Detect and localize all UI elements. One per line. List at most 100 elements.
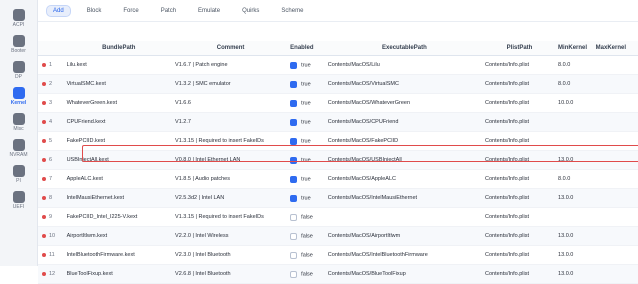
comment-cell[interactable]: V1.8.5 | Audio patches xyxy=(173,169,289,189)
bundle-path-cell[interactable]: WhateverGreen.kext xyxy=(64,93,174,113)
enabled-checkbox[interactable] xyxy=(290,270,298,278)
sidebar-item-acpi[interactable]: ACPI xyxy=(0,8,37,28)
executable-path-cell[interactable]: Contents/MacOS/CPUFriend xyxy=(325,112,483,132)
table-row[interactable]: 2 VirtualSMC.kext V1.3.2 | SMC emulator tru… xyxy=(38,74,638,94)
bundle-path-cell[interactable]: FakePCIID_Intel_I225-V.kext xyxy=(64,207,174,227)
table-row[interactable]: 5 FakePCIID.kext V1.3.15 | Required to ins… xyxy=(38,131,638,151)
plist-path-cell[interactable]: Contents/Info.plist xyxy=(482,207,557,227)
column-header[interactable]: ExecutablePath xyxy=(325,41,483,56)
min-kernel-cell[interactable]: 8.0.0 xyxy=(556,74,594,94)
table-row[interactable]: 7 AppleALC.kext V1.8.5 | Audio patches true… xyxy=(38,169,638,189)
plist-path-cell[interactable]: Contents/Info.plist xyxy=(482,55,557,75)
sidebar-item-uefi[interactable]: UEFI xyxy=(0,190,37,210)
enabled-checkbox[interactable] xyxy=(290,213,298,221)
max-kernel-cell[interactable] xyxy=(593,245,638,265)
min-kernel-cell[interactable]: 13.0.0 xyxy=(556,226,594,246)
enabled-checkbox[interactable] xyxy=(290,175,298,183)
table-row[interactable]: 6 USBInjectAll.kext V0.8.0 | Intel Etherne… xyxy=(38,150,638,170)
min-kernel-cell[interactable] xyxy=(556,112,594,132)
comment-cell[interactable]: V2.2.0 | Intel Wireless xyxy=(173,226,289,246)
tab-patch[interactable]: Patch xyxy=(155,6,182,16)
executable-path-cell[interactable]: Contents/MacOS/IntelBluetoothFirmware xyxy=(325,245,483,265)
bundle-path-cell[interactable]: Lilu.kext xyxy=(64,55,174,75)
bundle-path-cell[interactable]: VirtualSMC.kext xyxy=(64,74,174,94)
column-header[interactable]: MinKernel xyxy=(556,41,594,56)
executable-path-cell[interactable] xyxy=(325,207,483,227)
max-kernel-cell[interactable] xyxy=(593,188,638,208)
bundle-path-cell[interactable]: IntelBluetoothFirmware.kext xyxy=(64,245,174,265)
comment-cell[interactable]: V2.6.8 | Intel Bluetooth xyxy=(173,264,289,284)
min-kernel-cell[interactable]: 8.0.0 xyxy=(556,55,594,75)
plist-path-cell[interactable]: Contents/Info.plist xyxy=(482,245,557,265)
max-kernel-cell[interactable] xyxy=(593,150,638,170)
enabled-checkbox[interactable] xyxy=(290,156,298,164)
table-row[interactable]: 3 WhateverGreen.kext V1.6.6 true Contents/Ma… xyxy=(38,93,638,113)
executable-path-cell[interactable]: Contents/MacOS/WhateverGreen xyxy=(325,93,483,113)
max-kernel-cell[interactable] xyxy=(593,264,638,284)
min-kernel-cell[interactable]: 8.0.0 xyxy=(556,169,594,189)
table-row[interactable]: 4 CPUFriend.kext V1.2.7 true Contents/MacOS/… xyxy=(38,112,638,132)
plist-path-cell[interactable]: Contents/Info.plist xyxy=(482,264,557,284)
tab-force[interactable]: Force xyxy=(117,6,144,16)
comment-cell[interactable]: V2.5.3d2 | Intel LAN xyxy=(173,188,289,208)
executable-path-cell[interactable]: Contents/MacOS/AirportItlwm xyxy=(325,226,483,246)
comment-cell[interactable]: V1.3.15 | Required to insert FakeIDs xyxy=(173,207,289,227)
column-header[interactable]: Enabled xyxy=(288,41,326,56)
table-row[interactable]: 11 IntelBluetoothFirmware.kext V2.3.0 | In… xyxy=(38,245,638,265)
bundle-path-cell[interactable]: AirportItlwm.kext xyxy=(64,226,174,246)
plist-path-cell[interactable]: Contents/Info.plist xyxy=(482,74,557,94)
comment-cell[interactable]: V1.6.7 | Patch engine xyxy=(173,55,289,75)
table-row[interactable]: 9 FakePCIID_Intel_I225-V.kext V1.3.15 | Re… xyxy=(38,207,638,227)
plist-path-cell[interactable]: Contents/Info.plist xyxy=(482,131,557,151)
min-kernel-cell[interactable]: 13.0.0 xyxy=(556,245,594,265)
min-kernel-cell[interactable]: 13.0.0 xyxy=(556,264,594,284)
comment-cell[interactable]: V1.3.15 | Required to insert FakeIDs xyxy=(173,131,289,151)
comment-cell[interactable]: V1.6.6 xyxy=(173,93,289,113)
enabled-checkbox[interactable] xyxy=(290,80,298,88)
executable-path-cell[interactable]: Contents/MacOS/VirtualSMC xyxy=(325,74,483,94)
plist-path-cell[interactable]: Contents/Info.plist xyxy=(482,150,557,170)
executable-path-cell[interactable]: Contents/MacOS/Lilu xyxy=(325,55,483,75)
table-row[interactable]: 12 BlueToolFixup.kext V2.6.8 | Intel Bluet… xyxy=(38,264,638,284)
executable-path-cell[interactable]: Contents/MacOS/USBInjectAll xyxy=(325,150,483,170)
max-kernel-cell[interactable] xyxy=(593,207,638,227)
column-header[interactable]: PlistPath xyxy=(482,41,557,56)
enabled-checkbox[interactable] xyxy=(290,232,298,240)
sidebar-item-dp[interactable]: DP xyxy=(0,60,37,80)
min-kernel-cell[interactable]: 13.0.0 xyxy=(556,188,594,208)
max-kernel-cell[interactable] xyxy=(593,226,638,246)
column-header[interactable]: Comment xyxy=(173,41,289,56)
executable-path-cell[interactable]: Contents/MacOS/AppleALC xyxy=(325,169,483,189)
comment-cell[interactable]: V2.3.0 | Intel Bluetooth xyxy=(173,245,289,265)
min-kernel-cell[interactable] xyxy=(556,207,594,227)
tab-emulate[interactable]: Emulate xyxy=(192,6,226,16)
plist-path-cell[interactable]: Contents/Info.plist xyxy=(482,188,557,208)
bundle-path-cell[interactable]: CPUFriend.kext xyxy=(64,112,174,132)
column-header[interactable] xyxy=(38,41,65,56)
sidebar-item-misc[interactable]: Misc xyxy=(0,112,37,132)
sidebar-item-pi[interactable]: PI xyxy=(0,164,37,184)
tab-block[interactable]: Block xyxy=(81,6,108,16)
executable-path-cell[interactable]: Contents/MacOS/FakePCIID xyxy=(325,131,483,151)
table-row[interactable]: 1 Lilu.kext V1.6.7 | Patch engine true Conte… xyxy=(38,55,638,75)
enabled-checkbox[interactable] xyxy=(290,99,298,107)
min-kernel-cell[interactable] xyxy=(556,131,594,151)
column-header[interactable]: MaxKernel xyxy=(593,41,638,56)
enabled-checkbox[interactable] xyxy=(290,194,298,202)
max-kernel-cell[interactable] xyxy=(593,74,638,94)
table-row[interactable]: 8 IntelMausiEthernet.kext V2.5.3d2 | Intel… xyxy=(38,188,638,208)
enabled-checkbox[interactable] xyxy=(290,61,298,69)
sidebar-item-nvram[interactable]: NVRAM xyxy=(0,138,37,158)
tab-quirks[interactable]: Quirks xyxy=(236,6,265,16)
executable-path-cell[interactable]: Contents/MacOS/BlueToolFixup xyxy=(325,264,483,284)
bundle-path-cell[interactable]: FakePCIID.kext xyxy=(64,131,174,151)
max-kernel-cell[interactable] xyxy=(593,93,638,113)
enabled-checkbox[interactable] xyxy=(290,251,298,259)
sidebar-item-kernel[interactable]: Kernel xyxy=(0,86,37,106)
plist-path-cell[interactable]: Contents/Info.plist xyxy=(482,93,557,113)
column-header[interactable]: BundlePath xyxy=(64,41,174,56)
tab-scheme[interactable]: Scheme xyxy=(275,6,309,16)
max-kernel-cell[interactable] xyxy=(593,169,638,189)
sidebar-item-booter[interactable]: Booter xyxy=(0,34,37,54)
max-kernel-cell[interactable] xyxy=(593,55,638,75)
